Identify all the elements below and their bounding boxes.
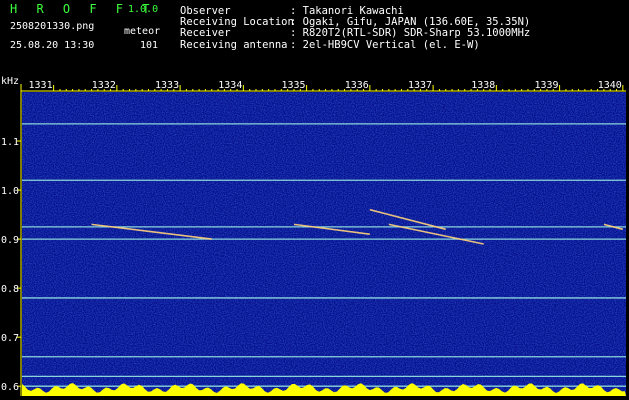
y-tick-label: 1.1	[1, 137, 19, 148]
x-tick-label: 1337	[408, 80, 432, 91]
x-tick-label: 1338	[471, 80, 495, 91]
y-tick-label: 0.9	[1, 235, 19, 246]
x-tick-label: 1335	[282, 80, 306, 91]
x-tick-label: 1336	[345, 80, 369, 91]
x-tick-label: 1333	[155, 80, 179, 91]
x-tick-label: 1340	[598, 80, 622, 91]
y-tick-label: 0.8	[1, 284, 19, 295]
x-tick-label: 1334	[218, 80, 242, 91]
y-tick-label: 0.7	[1, 333, 19, 344]
y-tick-label: 0.6	[1, 382, 19, 393]
x-tick-label: 1331	[29, 80, 53, 91]
x-tick-label: 1332	[92, 80, 116, 91]
y-tick-label: 1.0	[1, 186, 19, 197]
plot-noise-texture	[22, 92, 626, 396]
x-tick-label: 1339	[534, 80, 558, 91]
spectrogram-chart: 1.1 1.0 0.9 0.8 0.7 0.6 1331 1332 1333 1334 1335 13…	[1, 80, 626, 396]
